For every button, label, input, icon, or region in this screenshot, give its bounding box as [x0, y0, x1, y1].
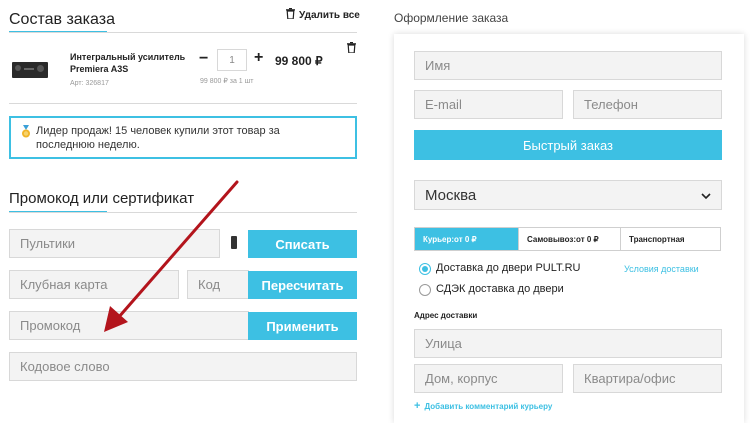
name-input[interactable]: Имя	[414, 51, 722, 80]
email-input[interactable]: E-mail	[414, 90, 563, 119]
quick-order-button[interactable]: Быстрый заказ	[414, 130, 722, 160]
address-title: Адрес доставки	[414, 311, 478, 320]
tab-transport[interactable]: Транспортная	[620, 228, 720, 250]
chevron-down-icon	[701, 187, 711, 204]
plus-icon: +	[414, 400, 421, 412]
door-delivery-label[interactable]: Доставка до двери PULT.RU	[436, 262, 581, 274]
street-input[interactable]: Улица	[414, 329, 722, 358]
city-value: Москва	[425, 186, 477, 204]
radio-door-delivery[interactable]	[419, 263, 431, 275]
add-comment-label: Добавить комментарий курьеру	[424, 401, 553, 411]
cdek-delivery-label[interactable]: СДЭК доставка до двери	[436, 283, 564, 295]
delivery-terms-link[interactable]: Условия доставки	[624, 264, 699, 274]
tab-courier[interactable]: Курьер:от 0 ₽	[415, 228, 518, 250]
checkout-title: Оформление заказа	[394, 11, 509, 25]
tab-pickup[interactable]: Самовывоз:от 0 ₽	[518, 228, 620, 250]
apartment-input[interactable]: Квартира/офис	[573, 364, 722, 393]
city-select[interactable]: Москва	[414, 180, 722, 210]
house-input[interactable]: Дом, корпус	[414, 364, 563, 393]
add-comment-button[interactable]: + Добавить комментарий курьеру	[414, 400, 552, 412]
phone-input[interactable]: Телефон	[573, 90, 722, 119]
delivery-tabs: Курьер:от 0 ₽ Самовывоз:от 0 ₽ Транспорт…	[414, 227, 721, 251]
radio-cdek-delivery[interactable]	[419, 284, 431, 296]
